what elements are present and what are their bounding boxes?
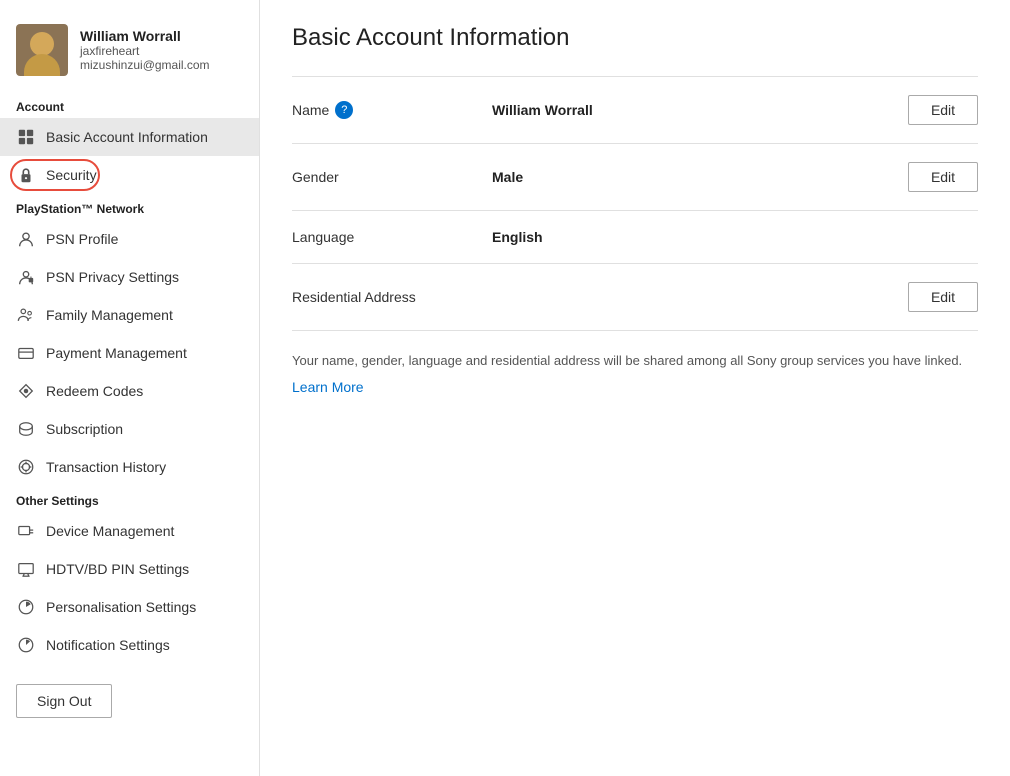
sidebar-security-label: Security	[46, 167, 97, 183]
family-icon	[16, 305, 36, 325]
residential-address-edit-button[interactable]: Edit	[908, 282, 978, 312]
personalisation-icon	[16, 597, 36, 617]
transaction-icon	[16, 457, 36, 477]
psn-section-label: PlayStation™ Network	[0, 194, 259, 220]
privacy-icon	[16, 267, 36, 287]
sidebar-hdtv-label: HDTV/BD PIN Settings	[46, 561, 189, 577]
sidebar-personalisation-label: Personalisation Settings	[46, 599, 196, 615]
gender-value: Male	[492, 169, 908, 185]
psn-profile-icon	[16, 229, 36, 249]
gender-label: Gender	[292, 169, 492, 185]
sidebar-item-hdtv-pin[interactable]: HDTV/BD PIN Settings	[0, 550, 259, 588]
sidebar-family-label: Family Management	[46, 307, 173, 323]
gender-edit-button[interactable]: Edit	[908, 162, 978, 192]
grid-icon	[16, 127, 36, 147]
sidebar-item-psn-profile[interactable]: PSN Profile	[0, 220, 259, 258]
sidebar-item-device-management[interactable]: Device Management	[0, 512, 259, 550]
sidebar-psn-profile-label: PSN Profile	[46, 231, 118, 247]
sidebar-item-payment-management[interactable]: Payment Management	[0, 334, 259, 372]
sidebar-item-psn-privacy[interactable]: PSN Privacy Settings	[0, 258, 259, 296]
gender-row: Gender Male Edit	[292, 144, 978, 211]
user-info: William Worrall jaxfireheart mizushinzui…	[0, 16, 259, 92]
sidebar: William Worrall jaxfireheart mizushinzui…	[0, 0, 260, 776]
sidebar-item-transaction-history[interactable]: Transaction History	[0, 448, 259, 486]
sidebar-item-notification[interactable]: Notification Settings	[0, 626, 259, 664]
page-title: Basic Account Information	[292, 24, 978, 52]
sidebar-basic-account-label: Basic Account Information	[46, 129, 208, 145]
learn-more-link[interactable]: Learn More	[292, 377, 364, 398]
name-row: Name ? William Worrall Edit	[292, 76, 978, 144]
language-label: Language	[292, 229, 492, 245]
device-icon	[16, 521, 36, 541]
sidebar-transaction-label: Transaction History	[46, 459, 166, 475]
name-value: William Worrall	[492, 102, 908, 118]
user-email: mizushinzui@gmail.com	[80, 58, 210, 72]
other-settings-label: Other Settings	[0, 486, 259, 512]
sidebar-subscription-label: Subscription	[46, 421, 123, 437]
residential-address-row: Residential Address Edit	[292, 264, 978, 331]
subscription-icon	[16, 419, 36, 439]
user-psn-id: jaxfireheart	[80, 44, 210, 58]
info-note: Your name, gender, language and resident…	[292, 331, 978, 406]
language-row: Language English	[292, 211, 978, 264]
main-content: Basic Account Information Name ? William…	[260, 0, 1010, 776]
lock-icon	[16, 165, 36, 185]
sign-out-container: Sign Out	[0, 664, 259, 738]
sidebar-redeem-label: Redeem Codes	[46, 383, 143, 399]
payment-icon	[16, 343, 36, 363]
redeem-icon	[16, 381, 36, 401]
sidebar-notification-label: Notification Settings	[46, 637, 170, 653]
name-label: Name ?	[292, 101, 492, 119]
tv-icon	[16, 559, 36, 579]
name-edit-button[interactable]: Edit	[908, 95, 978, 125]
sign-out-button[interactable]: Sign Out	[16, 684, 112, 718]
user-name: William Worrall	[80, 28, 210, 44]
avatar	[16, 24, 68, 76]
sidebar-item-basic-account[interactable]: Basic Account Information	[0, 118, 259, 156]
residential-address-label: Residential Address	[292, 289, 492, 305]
sidebar-item-family-management[interactable]: Family Management	[0, 296, 259, 334]
sidebar-payment-label: Payment Management	[46, 345, 187, 361]
sidebar-item-redeem-codes[interactable]: Redeem Codes	[0, 372, 259, 410]
sidebar-item-personalisation[interactable]: Personalisation Settings	[0, 588, 259, 626]
sidebar-item-subscription[interactable]: Subscription	[0, 410, 259, 448]
user-details: William Worrall jaxfireheart mizushinzui…	[80, 28, 210, 72]
sidebar-device-label: Device Management	[46, 523, 174, 539]
notification-icon	[16, 635, 36, 655]
language-value: English	[492, 229, 978, 245]
account-section-label: Account	[0, 92, 259, 118]
name-help-icon[interactable]: ?	[335, 101, 353, 119]
sidebar-psn-privacy-label: PSN Privacy Settings	[46, 269, 179, 285]
sidebar-item-security[interactable]: Security	[0, 156, 259, 194]
